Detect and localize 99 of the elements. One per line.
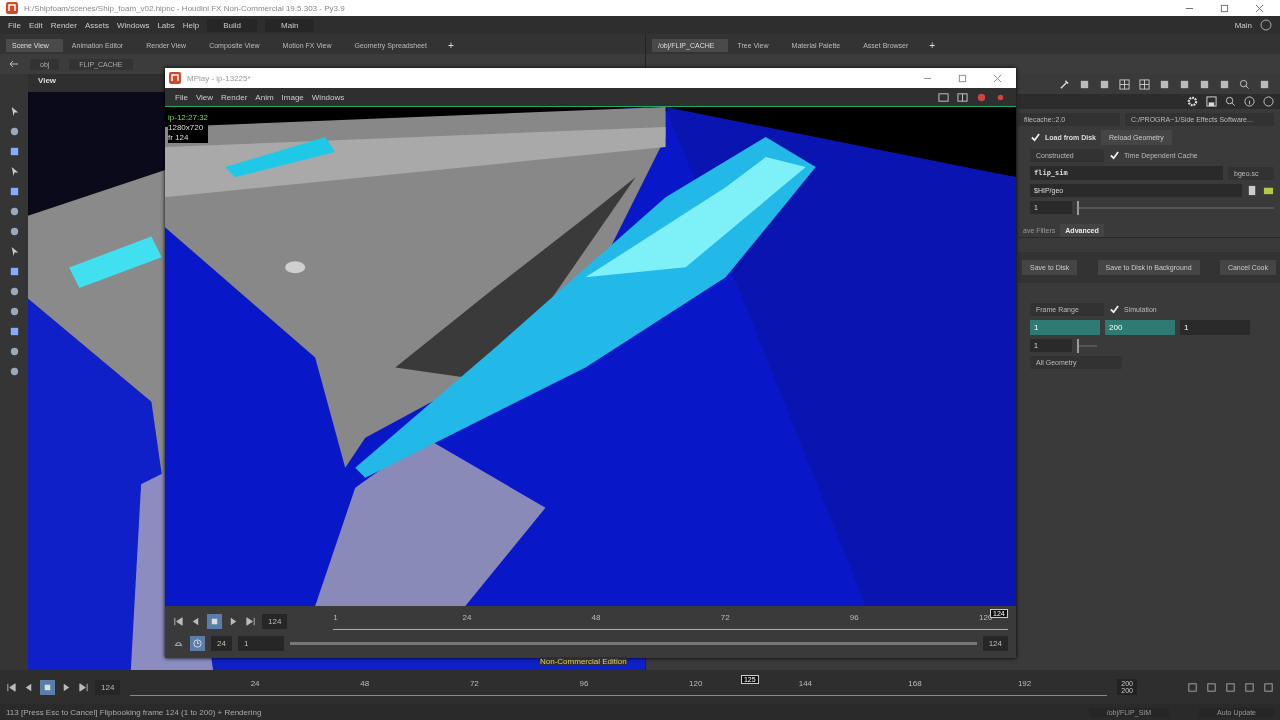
square-icon[interactable] xyxy=(8,326,20,337)
overlay-text: 1280x720 xyxy=(168,123,209,133)
range-field[interactable]: 200 xyxy=(1105,320,1175,335)
square-icon[interactable] xyxy=(8,146,20,157)
stop-icon[interactable] xyxy=(40,679,55,695)
edition-notice: Non-Commercial Edition xyxy=(540,657,627,666)
range-field[interactable]: 1 xyxy=(1030,320,1100,335)
menu-item[interactable]: View xyxy=(195,92,214,102)
tick-label: 48 xyxy=(591,613,601,622)
menu-item[interactable]: Anim xyxy=(255,92,274,102)
first-frame-icon[interactable] xyxy=(6,681,17,693)
square-icon[interactable] xyxy=(1199,78,1210,90)
first-frame-icon[interactable] xyxy=(173,616,184,627)
menu-item[interactable]: Windows xyxy=(116,20,150,30)
menu-item[interactable]: File xyxy=(175,92,188,102)
square-icon[interactable] xyxy=(1225,681,1236,693)
tick-label: 48 xyxy=(360,678,370,688)
overlay-text: fr 124 xyxy=(168,133,209,143)
menu-item[interactable]: Render xyxy=(50,20,77,30)
square-icon[interactable] xyxy=(8,266,20,277)
square-icon[interactable] xyxy=(1079,78,1090,90)
search-icon[interactable] xyxy=(1225,96,1236,107)
frame-field[interactable]: 124 xyxy=(95,679,121,695)
play-icon[interactable] xyxy=(61,681,72,693)
menu-item[interactable]: Windows xyxy=(311,92,345,102)
square-icon[interactable] xyxy=(1263,681,1274,693)
checkbox[interactable] xyxy=(1030,132,1040,143)
menu-item[interactable]: Assets xyxy=(84,20,109,30)
dot-icon[interactable] xyxy=(8,306,20,317)
range-start-field[interactable]: 1 xyxy=(237,636,284,651)
grid-icon[interactable] xyxy=(1139,78,1150,90)
square-icon[interactable] xyxy=(1159,78,1170,90)
range-field[interactable]: 1 xyxy=(1180,320,1250,335)
window-title: MPlay - ip-13225* xyxy=(187,73,251,83)
layout-icon[interactable] xyxy=(938,91,949,103)
square-icon[interactable] xyxy=(1244,681,1255,693)
gear-icon[interactable] xyxy=(1187,96,1198,107)
last-frame-icon[interactable] xyxy=(245,616,256,627)
tick-label: 96 xyxy=(579,678,589,688)
range-end-field[interactable]: 124 xyxy=(982,636,1008,651)
menu-item[interactable]: Image xyxy=(281,92,304,102)
fps-field[interactable]: 24 xyxy=(211,636,232,651)
search-icon[interactable] xyxy=(1239,78,1250,90)
app-logo-icon xyxy=(169,72,181,84)
tick-label: 24 xyxy=(250,678,260,688)
wrench-icon[interactable] xyxy=(1059,78,1070,90)
folder-icon[interactable] xyxy=(1263,185,1274,196)
status-message: 113 [Press Esc to Cancel] Flipbooking frame 124 (1 to 200) + Rendering xyxy=(6,707,262,717)
square-icon[interactable] xyxy=(1259,78,1270,90)
dot-icon[interactable] xyxy=(8,286,20,297)
slider-handle[interactable] xyxy=(1077,338,1079,353)
maximize-icon[interactable] xyxy=(1220,3,1229,13)
save-icon[interactable] xyxy=(1206,96,1217,107)
maximize-icon[interactable] xyxy=(958,73,967,83)
square-icon[interactable] xyxy=(1179,78,1190,90)
file-icon[interactable] xyxy=(1247,185,1258,196)
menu-item[interactable]: Labs xyxy=(157,20,175,30)
play-icon[interactable] xyxy=(228,616,239,627)
checkbox[interactable] xyxy=(1109,304,1119,315)
play-reverse-icon[interactable] xyxy=(190,616,201,627)
square-icon[interactable] xyxy=(1206,681,1217,693)
frame-field[interactable]: 124 xyxy=(262,614,288,629)
window-title: H:/Shipfoam/scenes/Ship_foam_v02.hipnc - Houdini FX Non-Commercial 19.5.303 - Py3.9 xyxy=(24,3,345,13)
dot-icon[interactable] xyxy=(8,206,20,217)
tick-label: 24 xyxy=(462,613,472,622)
add-tab-button[interactable]: + xyxy=(925,39,940,51)
tick-label: 96 xyxy=(849,613,859,622)
back-arrow-icon[interactable] xyxy=(8,58,20,70)
menu-item[interactable]: Edit xyxy=(28,20,43,30)
menu-item[interactable]: Help xyxy=(182,20,200,30)
desktop-dropdown[interactable]: Build xyxy=(207,18,257,32)
square-icon[interactable] xyxy=(1219,78,1230,90)
close-icon[interactable] xyxy=(993,73,1002,83)
menu-item[interactable]: Render xyxy=(221,92,248,102)
desktop-label: Main xyxy=(1234,20,1252,30)
square-icon[interactable] xyxy=(1099,78,1110,90)
slider-handle[interactable] xyxy=(1077,200,1079,215)
play-reverse-icon[interactable] xyxy=(23,681,34,693)
checkbox[interactable] xyxy=(1109,150,1119,161)
desktop-dropdown[interactable]: Main xyxy=(265,18,315,32)
record-icon[interactable] xyxy=(976,91,987,103)
tick-label: 72 xyxy=(469,678,479,688)
square-icon[interactable] xyxy=(8,186,20,197)
dot-icon[interactable] xyxy=(8,126,20,137)
last-frame-icon[interactable] xyxy=(78,681,89,693)
tick-label: 72 xyxy=(720,613,730,622)
grid-icon[interactable] xyxy=(1119,78,1130,90)
layout-icon[interactable] xyxy=(957,91,968,103)
tick-label: 1 xyxy=(333,613,339,622)
dot-icon[interactable] xyxy=(8,346,20,357)
clock-icon[interactable] xyxy=(190,636,205,651)
menu-item[interactable]: File xyxy=(8,20,21,30)
overlay-text: ip-12:27:32 xyxy=(168,113,209,123)
info-icon[interactable] xyxy=(1244,96,1255,107)
dot-icon[interactable] xyxy=(8,366,20,377)
dot-icon[interactable] xyxy=(8,226,20,237)
close-icon[interactable] xyxy=(1255,3,1264,13)
square-icon[interactable] xyxy=(1187,681,1198,693)
add-tab-button[interactable]: + xyxy=(443,39,458,51)
